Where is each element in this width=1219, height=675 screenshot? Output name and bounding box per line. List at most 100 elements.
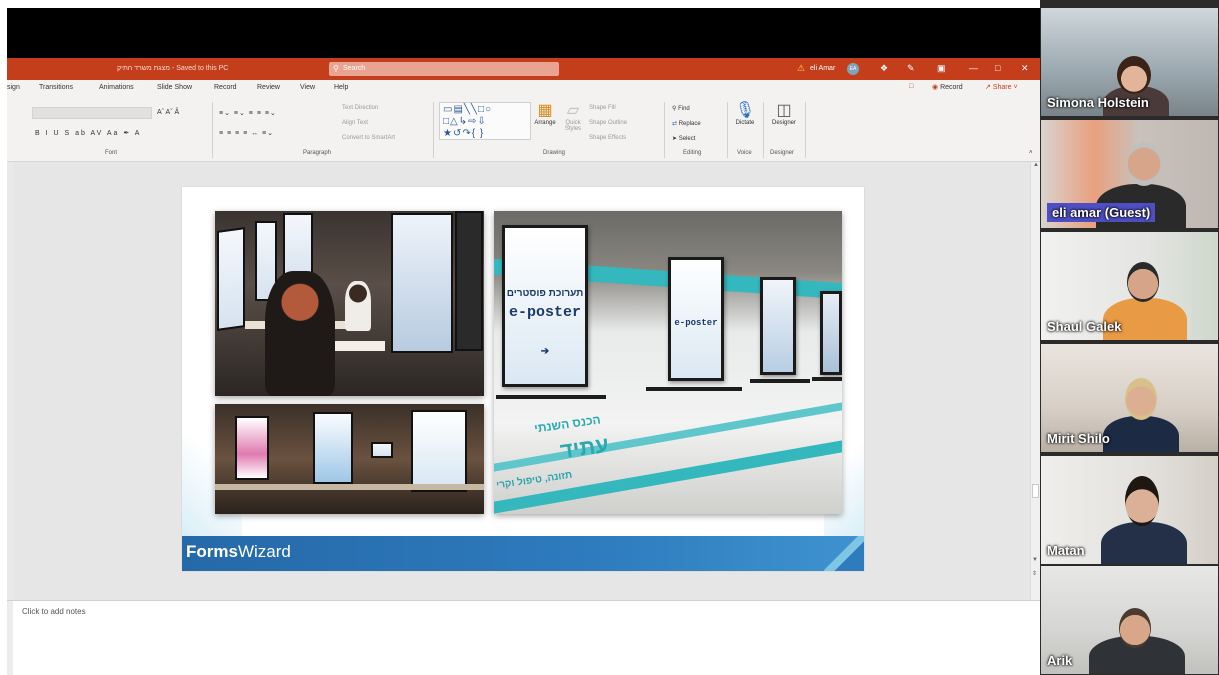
shape-fill-button[interactable]: Shape Fill: [589, 105, 616, 111]
font-size-buttons[interactable]: Aˆ Aˇ Â: [157, 109, 179, 116]
replace-label: Replace: [678, 121, 701, 127]
designer-button[interactable]: ◫ Designer: [767, 102, 801, 126]
participant-tile[interactable]: eli amar (Guest): [1041, 120, 1218, 228]
tab-slide-show[interactable]: Slide Show: [157, 84, 192, 91]
current-slide[interactable]: תערוכת פוסטרים e-poster ➔ e-poster הכנס …: [182, 187, 864, 571]
font-format-buttons[interactable]: B I U S ab AV Aa ✒ A: [35, 129, 141, 137]
separator: [433, 102, 434, 158]
align-text-button[interactable]: Align Text: [342, 120, 368, 126]
select-button[interactable]: ➤ Select: [672, 135, 695, 142]
share-label: Share: [992, 84, 1012, 91]
warning-icon[interactable]: ⚠: [797, 63, 805, 74]
participant-name: Arik: [1047, 653, 1073, 668]
exhibition-photo-2: [215, 404, 484, 514]
tab-transitions[interactable]: Transitions: [39, 84, 73, 91]
collapse-ribbon-icon[interactable]: ˄: [1029, 150, 1033, 156]
poster-background: [823, 294, 839, 372]
participant-tile[interactable]: Mirit Shilo: [1041, 344, 1218, 452]
editing-group-label: Editing: [683, 150, 702, 156]
comments-icon[interactable]: □: [909, 83, 913, 90]
page-nav-icon[interactable]: ⇕: [1032, 570, 1037, 577]
close-icon[interactable]: ✕: [1021, 63, 1029, 74]
scroll-thumb[interactable]: [1032, 484, 1039, 498]
tab-record[interactable]: Record: [214, 84, 237, 91]
shape-effects-button[interactable]: Shape Effects: [589, 135, 626, 141]
arrange-button[interactable]: ▦ Arrange: [531, 102, 559, 126]
record-dot-icon: ◉: [932, 84, 939, 91]
eposter-screen: [820, 291, 842, 375]
separator: [805, 102, 806, 158]
find-label: Find: [678, 106, 690, 112]
brand-bold: Forms: [186, 542, 238, 561]
user-name[interactable]: eli Amar: [810, 65, 835, 72]
scroll-down-icon[interactable]: ▼: [1032, 557, 1038, 563]
tab-review[interactable]: Review: [257, 84, 280, 91]
shelf: [812, 377, 842, 381]
tab-help[interactable]: Help: [334, 84, 348, 91]
diamond-icon[interactable]: ❖: [880, 63, 888, 74]
tab-view[interactable]: View: [300, 84, 315, 91]
search-box[interactable]: ⚲ Search: [329, 62, 559, 76]
font-name-dropdown[interactable]: [32, 107, 152, 119]
eposter-screen: e-poster: [668, 257, 724, 381]
scroll-up-icon[interactable]: ▲: [1032, 162, 1040, 170]
title-bar: מצגת משרד התיק - Saved to this PC ⚲ Sear…: [7, 58, 1040, 80]
poster-title-small: e-poster: [674, 318, 718, 328]
separator: [664, 102, 665, 158]
poster-title-hebrew: תערוכת פוסטרים: [506, 288, 584, 299]
window-mode-icon[interactable]: ▣: [937, 63, 946, 74]
document-title: מצגת משרד התיק - Saved to this PC: [117, 65, 229, 72]
ribbon: sign Transitions Animations Slide Show R…: [7, 80, 1040, 162]
find-button[interactable]: ⚲ Find: [672, 105, 690, 112]
shapes-gallery[interactable]: ▭▤╲╲□○ □△↳⇨⇩ ★↺↷{ }: [439, 102, 531, 140]
align-buttons[interactable]: ≡ ≡ ≡ ≡ ↔ ≡⌄: [219, 129, 274, 137]
search-placeholder: Search: [343, 65, 366, 72]
share-button[interactable]: ↗ Share ˅: [985, 83, 1018, 91]
participant-head: [1125, 476, 1159, 526]
participant-body: [1103, 416, 1179, 452]
convert-smartart-button[interactable]: Convert to SmartArt: [342, 135, 395, 141]
screen: מצגת משרד התיק - Saved to this PC ⚲ Sear…: [0, 0, 1219, 675]
participant-tile[interactable]: Matan: [1041, 456, 1218, 564]
participant-body: [1101, 522, 1187, 564]
list-buttons[interactable]: ≡⌄ ≡⌄ ≡ ≡ ≡⌄: [219, 109, 277, 117]
pen-icon[interactable]: ✎: [907, 63, 915, 74]
minimize-icon[interactable]: —: [969, 63, 978, 73]
designer-icon: ◫: [776, 102, 792, 119]
select-icon: ➤: [672, 136, 678, 142]
participant-tile[interactable]: Simona Holstein: [1041, 8, 1218, 116]
record-button[interactable]: ◉ Record: [932, 83, 963, 91]
kiosk-screen: [455, 211, 483, 351]
replace-button[interactable]: ⇄ Replace: [672, 120, 701, 127]
text-direction-button[interactable]: Text Direction: [342, 105, 378, 111]
participant-head: [1119, 608, 1151, 648]
tab-design[interactable]: sign: [7, 84, 20, 91]
quick-styles-button[interactable]: ▱ Quick Styles: [561, 102, 585, 132]
participant-tile[interactable]: Shaul Galek: [1041, 232, 1218, 340]
conference-tagline: תזונה, טיפול וקרי: [495, 469, 573, 492]
participant-name-highlighted: eli amar (Guest): [1047, 203, 1156, 222]
shelf: [496, 395, 606, 399]
designer-group-label: Designer: [770, 150, 795, 156]
participant-tile[interactable]: Arik: [1041, 566, 1218, 674]
top-black-bar: [7, 8, 1040, 58]
tab-animations[interactable]: Animations: [99, 84, 134, 91]
vertical-scrollbar[interactable]: ▲ ▼ ⇕: [1030, 162, 1040, 600]
maximize-icon[interactable]: □: [995, 63, 1000, 73]
brand-light: Wizard: [237, 542, 291, 561]
visitor: [345, 281, 371, 331]
search-icon: ⚲: [333, 64, 339, 73]
user-avatar[interactable]: EA: [847, 63, 859, 75]
shape-outline-button[interactable]: Shape Outline: [589, 120, 627, 126]
participant-head: [1127, 142, 1161, 186]
notes-pane[interactable]: Click to add notes: [7, 600, 1040, 675]
kiosk-screen: [217, 227, 245, 331]
arrange-label: Arrange: [534, 120, 556, 126]
dictate-button[interactable]: 🎙 Dictate: [731, 102, 759, 126]
shelf: [750, 379, 810, 383]
participant-name: Mirit Shilo: [1047, 431, 1110, 446]
participant-head: [1125, 378, 1157, 420]
brand-logo: FormsWizard: [186, 542, 291, 562]
find-icon: ⚲: [672, 106, 677, 112]
designer-label: Designer: [771, 120, 796, 126]
